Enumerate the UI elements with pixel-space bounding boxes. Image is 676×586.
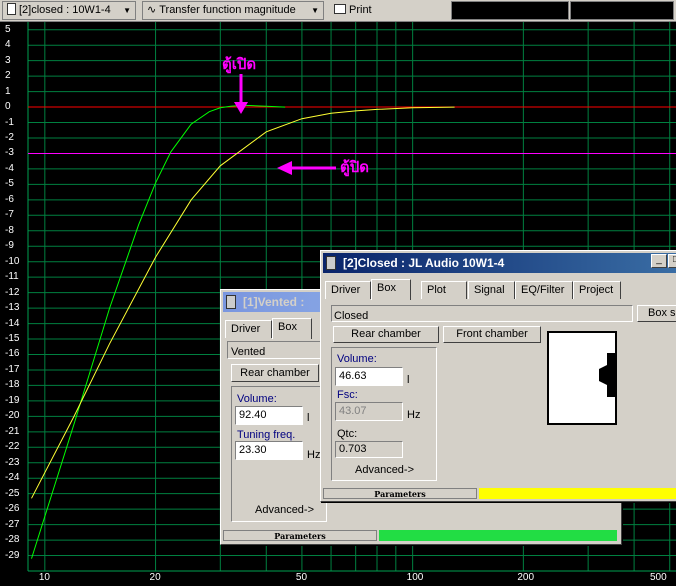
tuning-freq-unit: Hz bbox=[307, 449, 321, 461]
chevron-down-icon: ▼ bbox=[311, 6, 319, 15]
closed-status-label: Parameters bbox=[323, 488, 477, 499]
chevron-down-icon: ▼ bbox=[123, 6, 131, 15]
qtc-label: Qtc: bbox=[337, 428, 358, 440]
plot-type-select[interactable]: ∿ Transfer function magnitude ▼ bbox=[142, 1, 324, 20]
minimize-button[interactable]: _ bbox=[651, 254, 667, 268]
speaker-icon bbox=[326, 256, 336, 270]
project-select[interactable]: [2]closed : 10W1-4 ▼ bbox=[2, 1, 136, 20]
tuning-freq-input[interactable]: 23.30 bbox=[235, 441, 303, 460]
volume-unit: l bbox=[307, 412, 310, 424]
speaker-icon bbox=[7, 3, 16, 15]
closed-window[interactable]: [2]Closed : JL Audio 10W1-4 _ □ Driver B… bbox=[320, 250, 676, 502]
printer-icon bbox=[334, 4, 346, 14]
volume-input[interactable]: 46.63 bbox=[335, 367, 403, 386]
tab-plot[interactable]: Plot bbox=[421, 281, 467, 299]
rear-chamber-button[interactable]: Rear chamber bbox=[333, 326, 439, 343]
tab-project[interactable]: Project bbox=[573, 281, 621, 299]
fsc-label: Fsc: bbox=[337, 389, 358, 401]
volume-label: Volume: bbox=[237, 393, 277, 405]
closed-advanced-link[interactable]: Advanced-> bbox=[355, 464, 414, 476]
status-panel-2 bbox=[570, 1, 674, 20]
closed-status-indicator bbox=[479, 488, 676, 499]
driver-icon bbox=[599, 353, 615, 397]
arrow-vented-head bbox=[234, 102, 248, 114]
fsc-field: 43.07 bbox=[335, 402, 403, 421]
tab-box[interactable]: Box bbox=[272, 318, 312, 339]
tab-driver[interactable]: Driver bbox=[325, 281, 371, 299]
front-chamber-button[interactable]: Front chamber bbox=[443, 326, 541, 343]
tab-driver[interactable]: Driver bbox=[225, 320, 272, 338]
maximize-button[interactable]: □ bbox=[668, 254, 676, 268]
status-panel-1 bbox=[451, 1, 569, 20]
print-button[interactable]: Print bbox=[330, 1, 390, 20]
closed-titlebar[interactable]: [2]Closed : JL Audio 10W1-4 bbox=[323, 253, 676, 273]
volume-unit: l bbox=[407, 374, 410, 386]
box-diagram bbox=[547, 331, 617, 425]
tab-signal[interactable]: Signal bbox=[468, 281, 515, 299]
vented-status-label: Parameters bbox=[223, 530, 377, 541]
closed-title: [2]Closed : JL Audio 10W1-4 bbox=[343, 256, 505, 270]
tab-box[interactable]: Box bbox=[371, 279, 411, 300]
plot-type-select-value: Transfer function magnitude bbox=[159, 4, 296, 16]
project-select-value: [2]closed : 10W1-4 bbox=[19, 4, 111, 16]
rear-chamber-button[interactable]: Rear chamber bbox=[231, 364, 319, 382]
vented-advanced-link[interactable]: Advanced-> bbox=[255, 504, 314, 516]
volume-label: Volume: bbox=[337, 353, 377, 365]
tuning-freq-label: Tuning freq. bbox=[237, 429, 296, 441]
speaker-icon bbox=[226, 295, 236, 309]
waveform-icon: ∿ bbox=[147, 4, 157, 16]
toolbar: [2]closed : 10W1-4 ▼ ∿ Transfer function … bbox=[0, 0, 676, 22]
volume-input[interactable]: 92.40 bbox=[235, 406, 303, 425]
closed-box-type[interactable]: Closed bbox=[331, 305, 633, 322]
vented-title: [1]Vented : bbox=[243, 295, 305, 309]
vented-box-type-value: Vented bbox=[231, 346, 266, 358]
vented-status-indicator bbox=[379, 530, 617, 541]
arrow-closed-head bbox=[277, 161, 292, 175]
tab-eq-filter[interactable]: EQ/Filter bbox=[515, 281, 573, 299]
qtc-field: 0.703 bbox=[335, 441, 403, 458]
closed-box-type-value: Closed bbox=[334, 310, 369, 322]
box-shape-button[interactable]: Box sh bbox=[637, 305, 676, 322]
closed-tabs: Driver Box Plot Signal EQ/Filter Project bbox=[325, 279, 676, 300]
print-button-label: Print bbox=[349, 4, 372, 16]
vented-box-type[interactable]: Vented bbox=[227, 341, 323, 359]
fsc-unit: Hz bbox=[407, 409, 421, 421]
